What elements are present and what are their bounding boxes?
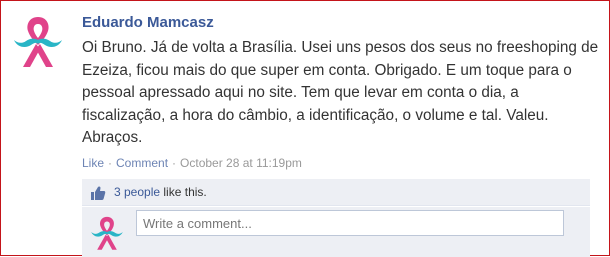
author-avatar[interactable] — [9, 11, 67, 69]
comment-composer — [82, 207, 590, 257]
likes-text: 3 people like this. — [114, 179, 207, 206]
like-link[interactable]: Like — [82, 156, 104, 170]
ribbon-mustache-icon — [91, 216, 123, 250]
commenter-avatar — [88, 212, 126, 252]
author-name[interactable]: Eduardo Mamcasz — [82, 13, 602, 33]
post-message: Oi Bruno. Já de volta a Brasília. Usei u… — [82, 39, 599, 146]
comment-link[interactable]: Comment — [116, 156, 168, 170]
likes-people-link[interactable]: 3 people — [114, 185, 160, 199]
likes-summary: 3 people like this. — [82, 179, 590, 206]
thumbs-up-icon — [90, 184, 106, 200]
post-container: Eduardo Mamcasz Oi Bruno. Já de volta a … — [0, 0, 610, 257]
post-content: Eduardo Mamcasz Oi Bruno. Já de volta a … — [82, 13, 602, 171]
separator-dot: · — [172, 155, 177, 170]
post-actions: Like · Comment · October 28 at 11:19pm — [82, 155, 602, 171]
post-timestamp[interactable]: October 28 at 11:19pm — [180, 156, 302, 170]
comment-input[interactable] — [136, 210, 564, 236]
separator-dot: · — [108, 155, 113, 170]
ribbon-mustache-icon — [14, 17, 62, 67]
likes-suffix: like this. — [163, 185, 207, 199]
